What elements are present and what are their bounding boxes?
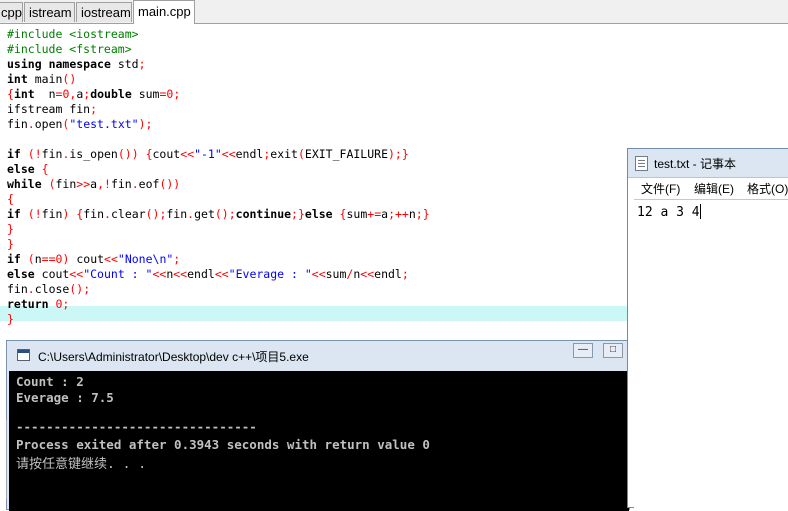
notepad-text: 12 a 3 4	[637, 205, 700, 220]
console-title: C:\Users\Administrator\Desktop\dev c++\项…	[38, 350, 309, 364]
tab-istream[interactable]: istream	[24, 2, 75, 22]
tab-cpp[interactable]: cpp	[0, 2, 23, 22]
code-line: if (!fin) {fin.clear();fin.get();continu…	[7, 207, 430, 221]
console-line-process-exited: Process exited after 0.3943 seconds with…	[16, 437, 430, 452]
editor-tab-bar: cpp istream iostream main.cpp	[0, 0, 788, 24]
console-output[interactable]: Count : 2 Everage : 7.5 ----------------…	[9, 371, 629, 511]
code-line: }	[7, 237, 14, 251]
console-line-everage: Everage : 7.5	[16, 390, 114, 405]
code-line: }	[7, 312, 14, 326]
menu-format[interactable]: 格式(O)	[747, 180, 788, 197]
code-line: int main()	[7, 72, 77, 86]
code-line: if (n==0) cout<<"None\n";	[7, 252, 181, 266]
tab-iostream[interactable]: iostream	[76, 2, 132, 22]
code-line: else cout<<"Count : "<<n<<endl<<"Everage…	[7, 267, 409, 281]
notepad-window[interactable]: test.txt - 记事本 文件(F) 编辑(E) 格式(O) 12 a 3 …	[627, 148, 788, 510]
console-line-press-any-key: 请按任意键继续. . .	[16, 457, 147, 472]
maximize-icon: □	[609, 344, 617, 355]
notepad-icon	[635, 156, 648, 171]
console-line-count: Count : 2	[16, 374, 84, 389]
code-line: {int n=0,a;double sum=0;	[7, 87, 181, 101]
code-line: fin.open("test.txt");	[7, 117, 153, 131]
text-caret	[699, 204, 701, 219]
code-line: ifstream fin;	[7, 102, 98, 116]
tab-main-cpp[interactable]: main.cpp	[133, 0, 195, 24]
code-line: using namespace std;	[7, 57, 146, 71]
notepad-menu-bar: 文件(F) 编辑(E) 格式(O)	[634, 179, 788, 197]
background-window-edge	[0, 420, 7, 499]
code-line: return 0;	[7, 297, 70, 311]
console-window[interactable]: C:\Users\Administrator\Desktop\dev c++\项…	[6, 340, 630, 511]
code-line: {	[7, 192, 14, 206]
notepad-title-bar[interactable]: test.txt - 记事本	[628, 149, 788, 178]
console-separator: --------------------------------	[16, 419, 257, 434]
tab-label: main.cpp	[138, 4, 191, 19]
tab-label: iostream	[81, 5, 131, 20]
notepad-title: test.txt - 记事本	[654, 157, 737, 171]
code-line: #include <iostream>	[7, 27, 139, 41]
notepad-content: 12 a 3 4	[637, 204, 701, 220]
minimize-button[interactable]: —	[573, 343, 593, 358]
code-line: }	[7, 222, 14, 236]
code-line: while (fin>>a,!fin.eof())	[7, 177, 181, 191]
notepad-text-area[interactable]: 12 a 3 4	[634, 199, 788, 510]
tab-label: istream	[29, 5, 72, 20]
console-app-icon	[17, 349, 30, 361]
console-title-bar[interactable]: C:\Users\Administrator\Desktop\dev c++\项…	[7, 341, 629, 371]
menu-edit[interactable]: 编辑(E)	[694, 180, 734, 197]
minimize-icon: —	[578, 344, 588, 355]
code-line: #include <fstream>	[7, 42, 132, 56]
code-line: else {	[7, 162, 49, 176]
maximize-button[interactable]: □	[603, 343, 623, 358]
code-line: fin.close();	[7, 282, 91, 296]
current-line-highlight	[0, 306, 640, 321]
tab-label: cpp	[1, 5, 22, 20]
menu-file[interactable]: 文件(F)	[641, 180, 680, 197]
code-line: if (!fin.is_open()) {cout<<"-1"<<endl;ex…	[7, 147, 409, 161]
